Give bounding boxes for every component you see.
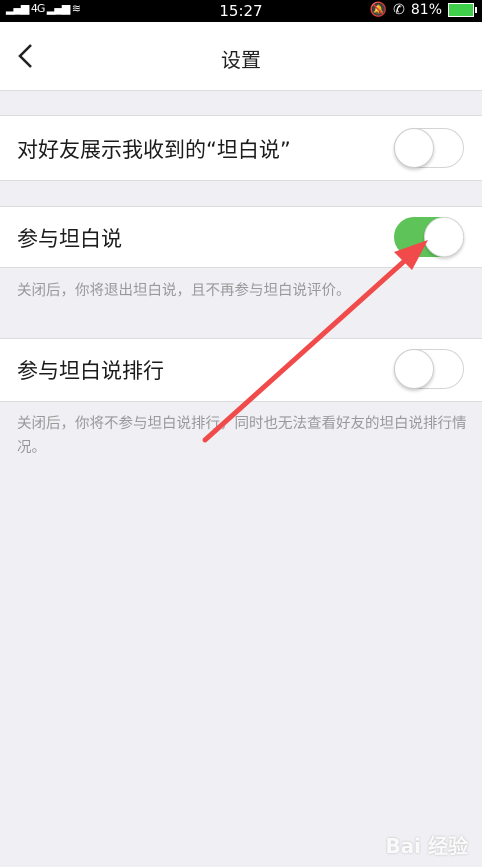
mute-icon: 🔕 (369, 2, 388, 18)
toggle-show-received[interactable] (394, 128, 464, 168)
toggle-knob (394, 349, 434, 389)
setting-row-participate: 参与坦白说 (0, 206, 482, 268)
status-right: 🔕 ✆ 81% (369, 2, 477, 18)
nav-bar: 设置 (0, 22, 482, 91)
toggle-participate[interactable] (394, 217, 464, 257)
battery-percent: 81% (410, 2, 442, 18)
hint-ranking: 关闭后，你将不参与坦白说排行，同时也无法查看好友的坦白说排行情况。 (17, 416, 467, 456)
setting-label: 对好友展示我收到的“坦白说” (17, 138, 291, 162)
toggle-ranking[interactable] (394, 349, 464, 389)
status-bar: ▂▄▆ 4G ▂▄▆ ≋ 15:27 🔕 ✆ 81% (0, 0, 482, 22)
setting-row-show-received: 对好友展示我收到的“坦白说” (0, 115, 482, 181)
watermark-logo: Bai 经验 (385, 834, 468, 858)
toggle-knob (394, 128, 434, 168)
call-icon: ✆ (393, 2, 405, 18)
page-title: 设置 (221, 48, 261, 72)
setting-row-ranking: 参与坦白说排行 (0, 338, 482, 402)
battery-icon (448, 3, 477, 17)
toggle-knob (424, 217, 464, 257)
setting-label: 参与坦白说 (17, 227, 122, 251)
hint-participate: 关闭后，你将退出坦白说，且不再参与坦白说评价。 (17, 283, 351, 299)
setting-label: 参与坦白说排行 (17, 359, 164, 383)
